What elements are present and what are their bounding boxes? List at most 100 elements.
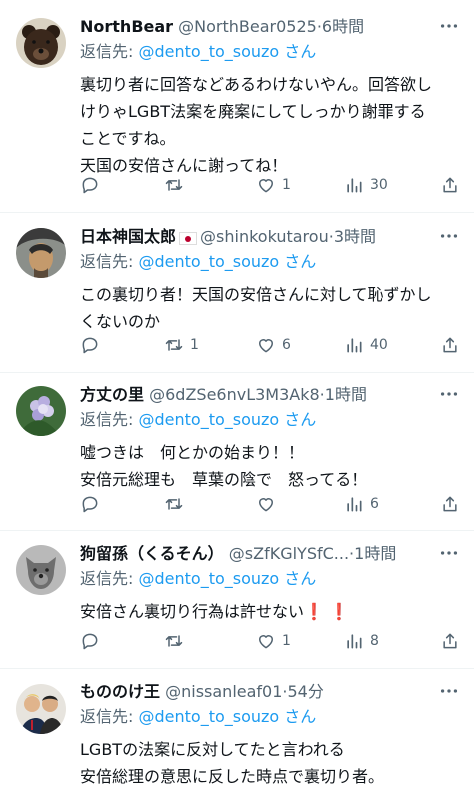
heart-icon — [259, 635, 273, 649]
retweet-button[interactable] — [164, 628, 190, 654]
tweet-text: この裏切り者！天国の安倍さんに対して恥ずかし くないのか — [80, 281, 464, 335]
like-button[interactable]: 6 — [256, 332, 291, 358]
reply-icon — [82, 337, 98, 354]
tweet-header: NorthBear @NorthBear0525·6時間 — [80, 15, 464, 39]
views-button[interactable]: 40 — [344, 332, 388, 358]
tweet-text: 嘘つきは 何とかの始まり！！ 安倍元総理も 草葉の陰で 怒ってる！ — [80, 439, 464, 493]
like-button[interactable] — [256, 491, 282, 517]
tweet-actions: 1 30 — [80, 172, 460, 198]
tweet-text-line: ことですね。 — [80, 129, 176, 148]
tweet[interactable]: 方丈の里 @6dZSe6nvL3M3Ak8·1時間 返信先: @dento_to… — [0, 373, 474, 531]
reply-prefix: 返信先: — [80, 569, 139, 588]
display-name[interactable]: 狗留孫（くるそん） — [80, 544, 224, 563]
japan-flag-icon — [179, 232, 198, 245]
like-button[interactable]: 1 — [256, 628, 291, 654]
avatar[interactable] — [16, 545, 66, 595]
reply-suffix: さん — [279, 252, 317, 271]
retweet-icon — [165, 635, 183, 647]
display-name[interactable]: 日本神国太郎 — [80, 227, 176, 246]
avatar[interactable] — [16, 386, 66, 436]
share-button[interactable] — [440, 172, 460, 198]
reply-prefix: 返信先: — [80, 252, 139, 271]
tweet-text-line: 安倍さん裏切り行為は許せない❗ ❗ — [80, 598, 464, 625]
tweet-text-line: けりゃLGBT法案を廃案にしてしっかり謝罪する — [80, 102, 426, 121]
retweet-button[interactable] — [164, 172, 190, 198]
share-button[interactable] — [440, 332, 460, 358]
user-handle[interactable]: @shinkokutarou — [200, 227, 329, 246]
reply-mention-link[interactable]: @dento_to_souzo — [138, 569, 279, 588]
retweet-count: 1 — [190, 337, 199, 353]
more-options-icon[interactable] — [438, 680, 460, 702]
reply-to-line: 返信先: @dento_to_souzo さん — [80, 249, 464, 275]
display-name[interactable]: もののけ王 — [80, 682, 160, 701]
tweet-text-span: 安倍さん裏切り行為は許せない — [80, 602, 305, 621]
reply-button[interactable] — [80, 332, 106, 358]
reply-mention-link[interactable]: @dento_to_souzo — [138, 42, 279, 61]
exclamation-emoji: ❗ ❗ — [304, 602, 349, 621]
reply-suffix: さん — [279, 707, 317, 726]
more-options-icon[interactable] — [438, 225, 460, 247]
tweet-text-line: 安倍元総理も 草葉の陰で 怒ってる！ — [80, 470, 368, 489]
display-name[interactable]: 方丈の里 — [80, 385, 144, 404]
views-button[interactable]: 6 — [344, 491, 379, 517]
reply-to-line: 返信先: @dento_to_souzo さん — [80, 407, 464, 433]
more-options-icon[interactable] — [438, 383, 460, 405]
user-handle[interactable]: @nissanleaf01 — [165, 682, 282, 701]
reply-button[interactable] — [80, 172, 106, 198]
reply-to-line: 返信先: @dento_to_souzo さん — [80, 566, 464, 592]
like-count: 1 — [282, 177, 291, 193]
retweet-icon — [165, 179, 183, 191]
display-name[interactable]: NorthBear — [80, 17, 173, 36]
tweet-text-line: この裏切り者！天国の安倍さんに対して恥ずかし — [80, 285, 432, 304]
bear-avatar-image — [16, 18, 66, 68]
timestamp[interactable]: 3時間 — [334, 227, 376, 246]
tweet-actions: 6 — [80, 491, 460, 517]
more-options-icon[interactable] — [438, 15, 460, 37]
avatar[interactable] — [16, 228, 66, 278]
retweet-button[interactable]: 1 — [164, 332, 199, 358]
avatar[interactable] — [16, 684, 66, 734]
avatar[interactable] — [16, 18, 66, 68]
tweet-text-line: 裏切り者に回答などあるわけないやん。回答欲し — [80, 75, 433, 94]
timestamp[interactable]: 54分 — [288, 682, 324, 701]
views-button[interactable]: 30 — [344, 172, 388, 198]
retweet-icon — [165, 339, 183, 351]
tweet-actions: 1 6 40 — [80, 332, 460, 358]
share-button[interactable] — [440, 491, 460, 517]
tweet[interactable]: 狗留孫（くるそん） @sZfKGlYSfC...·1時間 返信先: @dento… — [0, 531, 474, 669]
retweet-button[interactable] — [164, 491, 190, 517]
timestamp[interactable]: 1時間 — [325, 385, 367, 404]
reply-button[interactable] — [80, 628, 106, 654]
heart-icon — [259, 179, 273, 193]
share-icon — [443, 633, 457, 649]
tweet-text-line: くないのか — [80, 312, 161, 331]
tweet[interactable]: NorthBear @NorthBear0525·6時間 返信先: @dento… — [0, 0, 474, 213]
view-count: 40 — [370, 337, 388, 353]
more-options-icon[interactable] — [438, 542, 460, 564]
reply-mention-link[interactable]: @dento_to_souzo — [138, 410, 279, 429]
like-button[interactable]: 1 — [256, 172, 291, 198]
tweet[interactable]: もののけ王 @nissanleaf01·54分 返信先: @dento_to_s… — [0, 669, 474, 799]
tweet-header: 方丈の里 @6dZSe6nvL3M3Ak8·1時間 — [80, 383, 464, 407]
reply-prefix: 返信先: — [80, 42, 139, 61]
user-handle[interactable]: @sZfKGlYSfC... — [229, 544, 349, 563]
user-handle[interactable]: @6dZSe6nvL3M3Ak8 — [149, 385, 320, 404]
reply-mention-link[interactable]: @dento_to_souzo — [138, 252, 279, 271]
timestamp[interactable]: 6時間 — [322, 17, 364, 36]
view-count: 30 — [370, 177, 388, 193]
tweet-text-line: 嘘つきは 何とかの始まり！！ — [80, 443, 305, 462]
views-chart-icon — [347, 497, 362, 512]
reply-suffix: さん — [279, 569, 317, 588]
reply-icon — [82, 177, 98, 194]
timestamp[interactable]: 1時間 — [354, 544, 396, 563]
reply-button[interactable] — [80, 491, 106, 517]
share-button[interactable] — [440, 628, 460, 654]
views-button[interactable]: 8 — [344, 628, 379, 654]
flower-avatar-image — [16, 386, 66, 436]
heart-icon — [259, 498, 273, 512]
reply-suffix: さん — [279, 410, 317, 429]
reply-mention-link[interactable]: @dento_to_souzo — [138, 707, 279, 726]
user-handle[interactable]: @NorthBear0525 — [178, 17, 317, 36]
tweet[interactable]: 日本神国太郎 @shinkokutarou·3時間 返信先: @dento_to_… — [0, 213, 474, 373]
like-count: 1 — [282, 633, 291, 649]
